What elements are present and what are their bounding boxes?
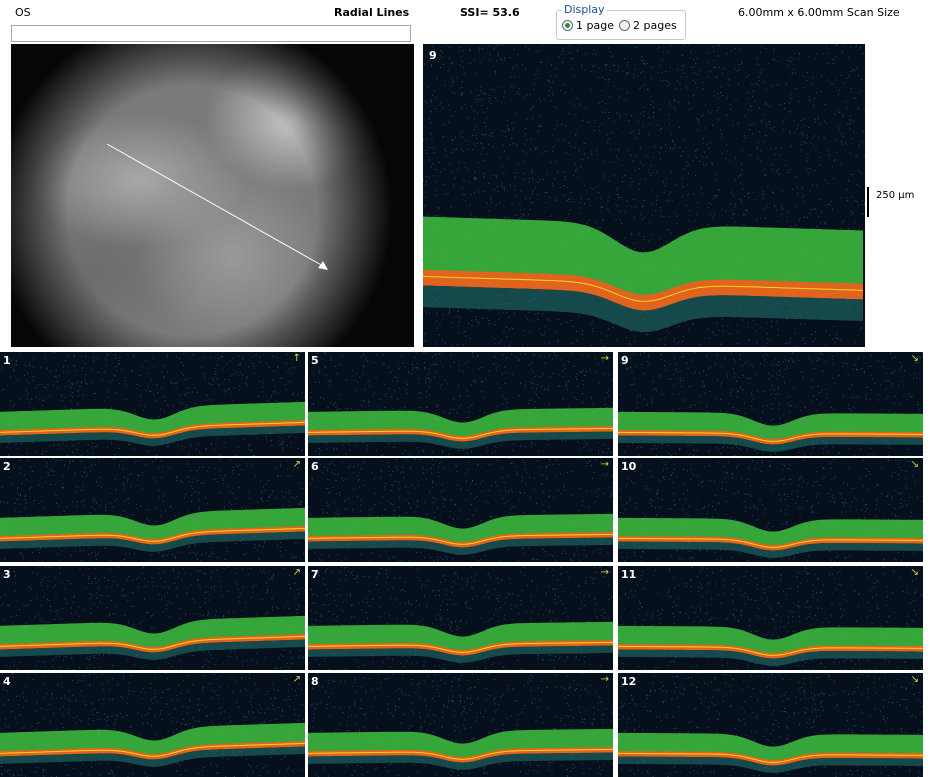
oct-thumbnail[interactable]: 5 → xyxy=(308,352,613,456)
oct-thumbnail[interactable]: 9 ↘ xyxy=(618,352,923,456)
oct-thumbnail[interactable]: 10 ↘ xyxy=(618,458,923,562)
scan-direction-arrow-icon: → xyxy=(600,567,609,578)
thumbnail-number: 1 xyxy=(3,354,11,367)
thumbnail-scan-render xyxy=(308,566,613,670)
scan-direction-arrow-icon: ↑ xyxy=(292,353,301,364)
thumbnail-number: 2 xyxy=(3,460,11,473)
thumbnail-number: 4 xyxy=(3,675,11,688)
display-2-pages-radio[interactable]: 2 pages xyxy=(619,19,677,32)
oct-thumbnail[interactable]: 8 → xyxy=(308,673,613,777)
thumbnail-scan-render xyxy=(308,458,613,562)
scan-size-label: 6.00mm x 6.00mm Scan Size xyxy=(738,6,900,19)
oct-thumbnail[interactable]: 3 ↗ xyxy=(0,566,305,670)
thumbnail-scan-render xyxy=(0,352,305,456)
scan-direction-arrow-icon: → xyxy=(600,459,609,470)
thumbnail-scan-render xyxy=(618,673,923,777)
ssi-value: SSI= 53.6 xyxy=(460,6,520,19)
thumbnail-number: 11 xyxy=(621,568,637,581)
display-legend: Display xyxy=(562,3,607,16)
fundus-image xyxy=(11,44,414,347)
scan-direction-arrow-icon: → xyxy=(600,353,609,364)
thumbnail-number: 7 xyxy=(311,568,319,581)
scan-direction-arrow-icon: ↘ xyxy=(910,353,919,364)
scan-direction-arrow-icon: ↗ xyxy=(292,459,301,470)
thumbnail-scan-render xyxy=(618,352,923,456)
thumbnail-scan-render xyxy=(0,458,305,562)
scan-direction-arrow-icon: → xyxy=(600,674,609,685)
scale-bar xyxy=(867,187,869,217)
thumbnail-scan-render xyxy=(618,458,923,562)
thumbnail-number: 12 xyxy=(621,675,637,688)
display-1-page-radio[interactable]: 1 page xyxy=(562,19,614,32)
eye-label: OS xyxy=(15,6,31,19)
oct-thumbnail[interactable]: 11 ↘ xyxy=(618,566,923,670)
display-1-page-label: 1 page xyxy=(576,19,614,32)
oct-thumbnail[interactable]: 2 ↗ xyxy=(0,458,305,562)
thumbnail-number: 9 xyxy=(621,354,629,367)
comment-field[interactable] xyxy=(11,25,411,42)
main-oct-scan: 9 xyxy=(423,44,865,347)
protocol-title: Radial Lines xyxy=(334,6,410,19)
scan-direction-arrow-icon: ↘ xyxy=(910,567,919,578)
thumbnail-number: 8 xyxy=(311,675,319,688)
main-scan-number: 9 xyxy=(429,49,437,62)
thumbnail-scan-render xyxy=(308,352,613,456)
oct-thumbnail[interactable]: 12 ↘ xyxy=(618,673,923,777)
thumbnail-scan-render xyxy=(308,673,613,777)
radio-unselected-indicator[interactable] xyxy=(619,20,630,31)
scan-direction-arrow-icon: ↘ xyxy=(910,459,919,470)
scan-direction-arrow-icon: ↘ xyxy=(910,674,919,685)
thumbnail-number: 10 xyxy=(621,460,637,473)
scan-direction-arrow-icon: ↗ xyxy=(292,567,301,578)
thumbnail-scan-render xyxy=(618,566,923,670)
thumbnail-number: 3 xyxy=(3,568,11,581)
thumbnail-number: 6 xyxy=(311,460,319,473)
oct-thumbnail[interactable]: 7 → xyxy=(308,566,613,670)
scan-direction-arrow-icon: ↗ xyxy=(292,674,301,685)
display-2-pages-label: 2 pages xyxy=(633,19,677,32)
main-oct-render xyxy=(423,44,865,347)
oct-thumbnail[interactable]: 1 ↑ xyxy=(0,352,305,456)
radio-selected-indicator[interactable] xyxy=(562,20,573,31)
scan-line-overlay xyxy=(106,143,328,270)
oct-thumbnail[interactable]: 6 → xyxy=(308,458,613,562)
display-groupbox: Display 1 page 2 pages xyxy=(556,4,686,40)
scale-label: 250 µm xyxy=(876,190,915,201)
thumbnail-scan-render xyxy=(0,673,305,777)
oct-thumbnail[interactable]: 4 ↗ xyxy=(0,673,305,777)
thumbnail-scan-render xyxy=(0,566,305,670)
thumbnail-number: 5 xyxy=(311,354,319,367)
